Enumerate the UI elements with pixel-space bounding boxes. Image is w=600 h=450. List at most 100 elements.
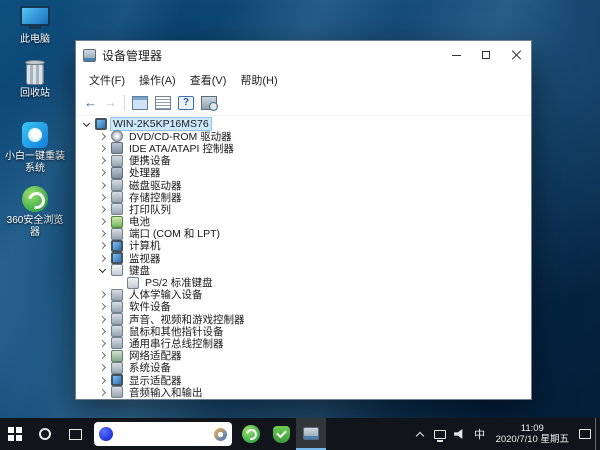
back-arrow-icon[interactable]: ← xyxy=(84,96,97,109)
desktop-icon-xiaobai-reinstall[interactable]: 小白一键重装系统 xyxy=(4,122,66,175)
chevron-right-icon[interactable] xyxy=(99,133,106,140)
chevron-right-icon[interactable] xyxy=(99,364,106,371)
taskbar: 中 11:09 2020/7/10 星期五 xyxy=(0,418,600,450)
portable-icon xyxy=(111,155,123,167)
taskbar-search-box[interactable] xyxy=(94,422,232,446)
hidden-icons-button[interactable] xyxy=(410,418,430,450)
console-window-icon[interactable] xyxy=(132,96,148,110)
desktop-icon-this-pc[interactable]: 此电脑 xyxy=(4,6,66,46)
recycle-bin-body xyxy=(26,64,44,85)
chevron-right-icon[interactable] xyxy=(99,218,106,225)
cortana-button[interactable] xyxy=(30,418,60,450)
desktop-icon-360-browser[interactable]: 360安全浏览器 xyxy=(4,186,66,239)
chevron-right-icon[interactable] xyxy=(99,328,106,335)
clock-weekday: 星期五 xyxy=(540,434,569,445)
menu-help[interactable]: 帮助(H) xyxy=(233,70,284,90)
menu-action[interactable]: 操作(A) xyxy=(132,70,183,90)
clock-time: 11:09 xyxy=(496,423,569,434)
software-icon xyxy=(111,301,123,313)
recycle-bin-lid xyxy=(25,60,45,65)
network-icon xyxy=(111,350,123,362)
keyboard-icon xyxy=(111,264,123,276)
360-browser-icon xyxy=(242,425,260,443)
this-pc-icon-stand xyxy=(29,26,41,29)
chevron-right-icon[interactable] xyxy=(99,145,106,152)
controller-icon xyxy=(111,142,123,154)
volume-tray-button[interactable] xyxy=(450,418,470,450)
start-button[interactable] xyxy=(0,418,30,450)
system-icon xyxy=(111,362,123,374)
window-title: 设备管理器 xyxy=(102,47,441,64)
screen: 此电脑 回收站 小白一键重装系统 360安全浏览器 设备管理器 xyxy=(0,0,600,450)
clock-date-value: 2020/7/10 xyxy=(496,434,538,445)
window-controls xyxy=(441,41,531,69)
chevron-right-icon[interactable] xyxy=(99,242,106,249)
chevron-right-icon[interactable] xyxy=(99,376,106,383)
minimize-button[interactable] xyxy=(441,41,471,69)
chevron-right-icon[interactable] xyxy=(99,316,106,323)
action-center-icon xyxy=(579,429,591,439)
help-icon[interactable]: ? xyxy=(178,96,194,110)
printer-icon xyxy=(111,203,123,215)
xiaobai-reinstall-icon xyxy=(22,122,48,148)
action-center-button[interactable] xyxy=(575,418,595,450)
battery-icon xyxy=(111,216,123,228)
chevron-right-icon[interactable] xyxy=(99,169,106,176)
audio-icon xyxy=(111,386,123,398)
forward-arrow-icon[interactable]: → xyxy=(104,96,117,109)
taskbar-clock[interactable]: 11:09 2020/7/10 星期五 xyxy=(490,423,575,445)
recycle-bin-icon xyxy=(25,60,45,85)
chevron-down-icon[interactable] xyxy=(99,266,106,273)
chevron-right-icon[interactable] xyxy=(99,389,106,396)
monitor-icon xyxy=(111,252,123,264)
menu-view[interactable]: 查看(V) xyxy=(183,70,234,90)
chevron-right-icon[interactable] xyxy=(99,181,106,188)
volume-icon xyxy=(454,429,465,440)
titlebar[interactable]: 设备管理器 xyxy=(76,41,531,69)
search-logo-icon xyxy=(99,427,113,441)
toolbar-separator xyxy=(124,95,125,111)
properties-icon[interactable] xyxy=(155,96,171,110)
network-icon xyxy=(434,430,446,439)
storage-icon xyxy=(111,191,123,203)
taskbar-left xyxy=(0,418,326,450)
chevron-right-icon[interactable] xyxy=(99,230,106,237)
chevron-up-icon xyxy=(415,431,423,439)
computer-icon xyxy=(111,240,123,252)
taskbar-app-green-shield[interactable] xyxy=(266,418,296,450)
processor-icon xyxy=(111,167,123,179)
search-extra-icon xyxy=(214,428,227,441)
show-desktop-button[interactable] xyxy=(595,418,600,450)
chevron-down-icon[interactable] xyxy=(83,120,90,127)
ime-label: 中 xyxy=(474,426,485,442)
desktop-icon-recycle-bin[interactable]: 回收站 xyxy=(4,60,66,100)
chevron-right-icon[interactable] xyxy=(99,157,106,164)
close-button[interactable] xyxy=(501,41,531,69)
chevron-right-icon[interactable] xyxy=(99,206,106,213)
ime-indicator[interactable]: 中 xyxy=(470,418,490,450)
dvd-icon xyxy=(111,130,123,142)
network-tray-button[interactable] xyxy=(430,418,450,450)
device-manager-taskbar-icon xyxy=(303,427,319,440)
device-tree: WIN-2K5KP16MS76 DVD/CD-ROM 驱动器 IDE ATA/A… xyxy=(76,116,531,399)
maximize-button[interactable] xyxy=(471,41,501,69)
taskbar-app-360-browser[interactable] xyxy=(236,418,266,450)
chevron-right-icon[interactable] xyxy=(99,291,106,298)
green-shield-icon xyxy=(273,426,290,443)
toolbar: ← → ? xyxy=(76,90,531,116)
taskbar-app-device-manager[interactable] xyxy=(296,418,326,450)
chevron-right-icon[interactable] xyxy=(99,352,106,359)
chevron-right-icon[interactable] xyxy=(99,340,106,347)
tree-item[interactable]: 音频输入和输出 xyxy=(76,386,531,398)
mouse-icon xyxy=(111,325,123,337)
this-pc-icon-screen xyxy=(20,6,50,26)
chevron-right-icon[interactable] xyxy=(99,303,106,310)
cortana-circle-icon xyxy=(39,428,51,440)
menu-file[interactable]: 文件(F) xyxy=(82,70,132,90)
chevron-right-icon[interactable] xyxy=(99,255,106,262)
task-view-button[interactable] xyxy=(60,418,90,450)
scan-hardware-icon[interactable] xyxy=(201,96,217,110)
desktop-icon-label: 此电脑 xyxy=(4,34,66,46)
chevron-right-icon[interactable] xyxy=(99,194,106,201)
minimize-icon xyxy=(452,55,461,56)
